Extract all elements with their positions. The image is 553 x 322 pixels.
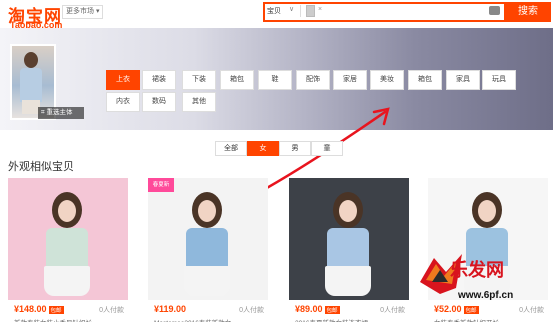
model-skirt bbox=[44, 266, 90, 296]
paid-count: 0人付款 bbox=[519, 307, 544, 314]
model-face bbox=[58, 200, 76, 222]
price-value: ¥52.00 bbox=[434, 304, 462, 314]
model-top bbox=[327, 228, 369, 268]
product-card[interactable]: ¥148.00包邮 0人付款新款春装女装小香风针织衫 bbox=[8, 178, 128, 322]
product-title[interactable]: Mastersee2016春装新款女 bbox=[154, 317, 264, 322]
product-title[interactable]: 2016春夏新款女装连衣裙 bbox=[295, 317, 405, 322]
product-price: ¥52.00 包邮 bbox=[434, 304, 479, 314]
product-title[interactable]: 女装春季新款针织开衫 bbox=[434, 317, 544, 322]
sale-badge: 春夏新 bbox=[148, 178, 174, 192]
watermark-text: 乐发网 bbox=[450, 260, 504, 281]
product-price: ¥119.00 bbox=[154, 304, 186, 314]
model-top bbox=[46, 228, 88, 268]
paid-count: 0人付款 bbox=[239, 307, 264, 314]
watermark-url: www.6pf.cn bbox=[458, 290, 514, 301]
model-face bbox=[198, 200, 216, 222]
gender-filter-option[interactable]: 男 bbox=[279, 141, 311, 156]
model-top bbox=[186, 228, 228, 268]
section-title: 外观相似宝贝 bbox=[8, 161, 74, 173]
gender-filter-option[interactable]: 全部 bbox=[215, 141, 247, 156]
model-face bbox=[478, 200, 496, 222]
free-shipping-badge: 包邮 bbox=[463, 305, 479, 314]
product-price: ¥148.00 包邮 bbox=[14, 304, 64, 314]
gender-filter-option[interactable]: 女 bbox=[247, 141, 279, 156]
product-title[interactable]: 新款春装女装小香风针织衫 bbox=[14, 317, 124, 322]
free-shipping-badge: 包邮 bbox=[48, 305, 64, 314]
product-price: ¥89.00 包邮 bbox=[295, 304, 340, 314]
price-value: ¥89.00 bbox=[295, 304, 323, 314]
gender-filter-option[interactable]: 童 bbox=[311, 141, 343, 156]
product-card[interactable]: 春夏新 ¥119.00 0人付款 Mastersee2016春装新款女 bbox=[148, 178, 268, 322]
model-skirt bbox=[184, 266, 230, 296]
free-shipping-badge: 包邮 bbox=[324, 305, 340, 314]
product-card[interactable]: ¥89.00包邮 0人付款 2016春夏新款女装连衣裙 bbox=[289, 178, 409, 322]
paid-count: 0人付款 bbox=[380, 307, 405, 314]
price-value: ¥148.00 bbox=[14, 304, 47, 314]
paid-count: 0人付款 bbox=[99, 307, 124, 314]
model-face bbox=[339, 200, 357, 222]
model-skirt bbox=[325, 266, 371, 296]
price-value: ¥119.00 bbox=[154, 304, 187, 314]
